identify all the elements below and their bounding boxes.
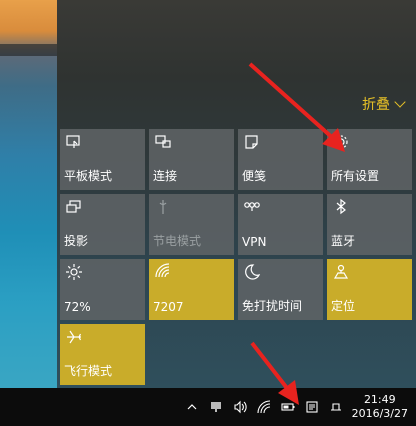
clock-time: 21:49 bbox=[363, 393, 396, 406]
location-icon bbox=[332, 263, 350, 281]
tile-label: 免打扰时间 bbox=[242, 299, 303, 313]
collapse-label: 折叠 bbox=[362, 97, 390, 113]
tile-note[interactable]: 便笺 bbox=[238, 129, 323, 190]
tile-label: 7207 bbox=[153, 300, 184, 314]
tile-label: 定位 bbox=[331, 299, 356, 313]
battery-saver-icon bbox=[154, 198, 172, 216]
tablet-mode-icon bbox=[65, 133, 83, 151]
vpn-icon bbox=[243, 198, 261, 216]
tile-all-settings[interactable]: 所有设置 bbox=[327, 129, 412, 190]
brightness-icon bbox=[65, 263, 83, 281]
taskbar: 21:49 2016/3/27 bbox=[0, 388, 416, 426]
system-tray: 21:49 2016/3/27 bbox=[180, 388, 416, 426]
note-icon bbox=[243, 133, 261, 151]
network-icon[interactable] bbox=[206, 397, 226, 417]
keyboard-icon[interactable] bbox=[326, 397, 346, 417]
tile-battery-saver[interactable]: 节电模式 bbox=[149, 194, 234, 255]
tile-vpn[interactable]: VPN bbox=[238, 194, 323, 255]
project-icon bbox=[65, 198, 83, 216]
connect-icon bbox=[154, 133, 172, 151]
chevron-down-icon bbox=[394, 96, 406, 108]
taskbar-clock[interactable]: 21:49 2016/3/27 bbox=[348, 393, 416, 421]
wifi-icon bbox=[154, 263, 172, 281]
tile-bluetooth[interactable]: 蓝牙 bbox=[327, 194, 412, 255]
tile-airplane-mode[interactable]: 飞行模式 bbox=[60, 324, 145, 385]
tile-quiet-hours[interactable]: 免打扰时间 bbox=[238, 259, 323, 320]
tile-location[interactable]: 定位 bbox=[327, 259, 412, 320]
tile-label: 72% bbox=[64, 300, 91, 314]
tile-label: 飞行模式 bbox=[64, 364, 113, 378]
tile-brightness[interactable]: 72% bbox=[60, 259, 145, 320]
wifi-tray-icon[interactable] bbox=[254, 397, 274, 417]
tile-tablet-mode[interactable]: 平板模式 bbox=[60, 129, 145, 190]
settings-icon bbox=[332, 133, 350, 151]
tile-label: 连接 bbox=[153, 169, 178, 183]
desktop-wallpaper bbox=[0, 0, 57, 388]
quick-actions-grid: 平板模式 连接 便笺 所有设置 投影 节电模式 VPN 蓝牙 72% 7207 … bbox=[60, 129, 416, 385]
bluetooth-icon bbox=[332, 198, 350, 216]
airplane-icon bbox=[65, 328, 83, 346]
tile-label: 投影 bbox=[64, 234, 89, 248]
tile-label: 平板模式 bbox=[64, 169, 113, 183]
collapse-button[interactable]: 折叠 bbox=[362, 94, 406, 114]
wallpaper-landmass bbox=[0, 44, 57, 56]
volume-icon[interactable] bbox=[230, 397, 250, 417]
tile-label: 便笺 bbox=[242, 169, 267, 183]
chevron-up-icon[interactable] bbox=[182, 397, 202, 417]
tile-connect[interactable]: 连接 bbox=[149, 129, 234, 190]
tile-wifi[interactable]: 7207 bbox=[149, 259, 234, 320]
clock-date: 2016/3/27 bbox=[351, 407, 408, 420]
tile-project[interactable]: 投影 bbox=[60, 194, 145, 255]
action-center-icon[interactable] bbox=[302, 397, 322, 417]
tile-label: 节电模式 bbox=[153, 234, 202, 248]
battery-icon[interactable] bbox=[278, 397, 298, 417]
quiet-hours-icon bbox=[243, 263, 261, 281]
tile-label: 所有设置 bbox=[331, 169, 380, 183]
tile-label: 蓝牙 bbox=[331, 234, 356, 248]
tile-label: VPN bbox=[242, 235, 267, 249]
